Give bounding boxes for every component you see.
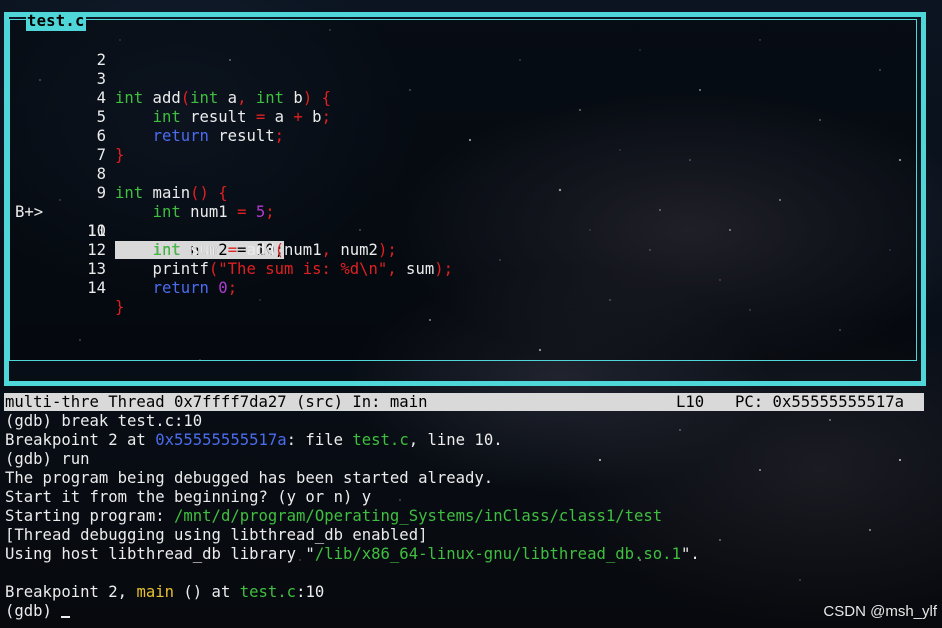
code-text: int add(int a, int b) { xyxy=(115,89,331,107)
code-line: 14 } xyxy=(0,260,124,316)
code-text: return result; xyxy=(152,127,285,145)
status-line-number: L10 xyxy=(676,393,705,411)
line-number: 13 xyxy=(87,260,106,278)
line-number: 12 xyxy=(87,241,106,259)
watermark: CSDN @msh_ylf xyxy=(823,603,937,620)
code-line: 5 return result; xyxy=(0,89,284,145)
console-prompt-line[interactable]: (gdb) xyxy=(5,602,71,621)
source-window-title: test.c xyxy=(26,12,86,31)
code-line: 12 printf("The sum is: %d\n", sum); xyxy=(0,222,453,278)
console-line: Using host libthread_db library "/lib/x8… xyxy=(5,545,700,563)
console-line: Start it from the beginning? (y or n) y xyxy=(5,488,372,506)
console-line: (gdb) run xyxy=(5,450,90,468)
line-number: 11 xyxy=(87,222,106,240)
code-line: 2 xyxy=(0,32,106,69)
console-line: Starting program: /mnt/d/program/Operati… xyxy=(5,507,663,525)
code-line: 6 } xyxy=(0,108,125,164)
line-number: 3 xyxy=(96,70,106,88)
console-line: Breakpoint 2, main () at test.c:10 xyxy=(5,583,325,601)
line-number: 4 xyxy=(96,89,106,107)
code-line: 13 return 0; xyxy=(0,241,237,297)
code-text: int sum = add(num1, num2); xyxy=(152,241,397,259)
code-line: 4 int result = a + b; xyxy=(0,70,331,126)
line-number: 2 xyxy=(96,51,106,69)
line-number: 7 xyxy=(96,146,106,164)
line-number: 6 xyxy=(96,127,106,145)
code-text: return 0; xyxy=(152,279,238,297)
console-line: [Thread debugging using libthread_db ena… xyxy=(5,526,428,544)
code-line: 8 int main() { xyxy=(0,146,228,202)
code-line: 9 int num1 = 5; xyxy=(0,165,275,221)
code-text: int main() { xyxy=(115,184,228,202)
status-program-counter: PC: 0x55555555517a xyxy=(735,393,904,411)
console-line: Breakpoint 2 at 0x55555555517a: file tes… xyxy=(5,431,503,449)
console-line: The program being debugged has been star… xyxy=(5,469,494,487)
code-line: 3 int add(int a, int b) { xyxy=(0,51,331,107)
code-line-current: B+> 10 int num2 = 10; xyxy=(0,184,284,259)
text-cursor xyxy=(61,602,71,618)
status-thread-info: multi-thre Thread 0x7ffff7da27 (src) In:… xyxy=(5,393,428,411)
code-text: printf("The sum is: %d\n", sum); xyxy=(115,260,454,278)
code-text: } xyxy=(115,146,125,164)
console-line: (gdb) break test.c:10 xyxy=(5,412,203,430)
gdb-prompt: (gdb) xyxy=(5,602,62,620)
code-line: 11 int sum = add(num1, num2); xyxy=(0,203,397,259)
tui-status-bar: multi-thre Thread 0x7ffff7da27 (src) In:… xyxy=(4,393,924,411)
line-number: 8 xyxy=(96,165,106,183)
line-number: 9 xyxy=(96,184,106,202)
code-text: int num1 = 5; xyxy=(152,203,275,221)
code-text: } xyxy=(115,298,125,316)
line-number: 5 xyxy=(96,108,106,126)
code-text: int result = a + b; xyxy=(152,108,331,126)
line-number: 14 xyxy=(87,279,106,297)
code-line: 7 xyxy=(0,127,106,164)
